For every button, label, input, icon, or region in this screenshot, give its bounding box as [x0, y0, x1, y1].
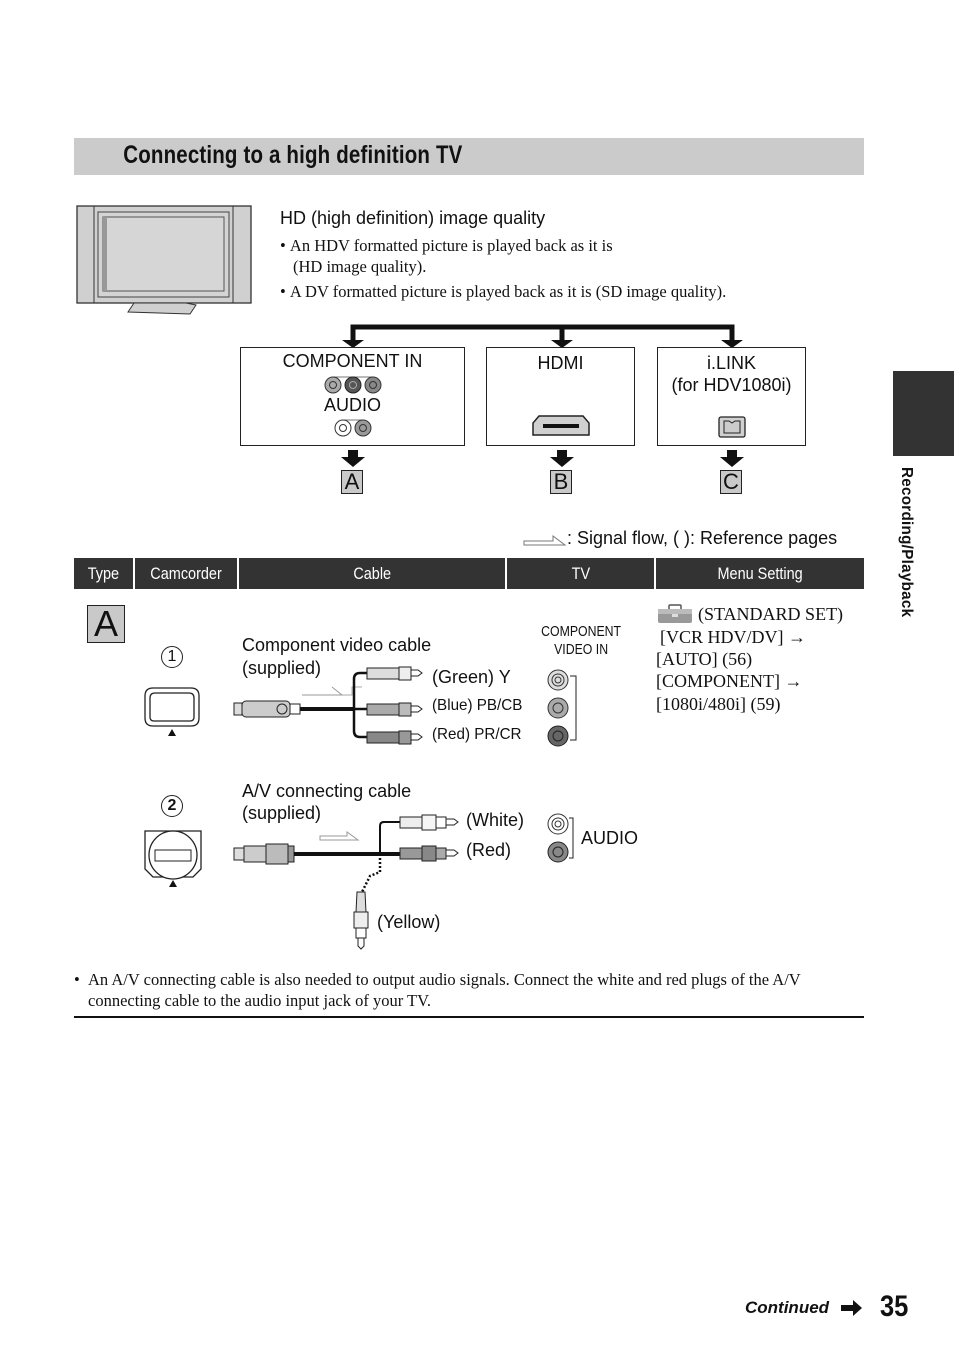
hdv-component-port-icon [144, 687, 200, 736]
port-box-ilink: i.LINK (for HDV1080i) [657, 347, 806, 446]
menu-setting-line: [1080i/480i] (59) [656, 694, 781, 714]
port-label-component: COMPONENT IN [282, 351, 423, 371]
component-video-in-jacks-icon [547, 669, 577, 747]
port-sublabel-audio: AUDIO [323, 395, 381, 415]
plug-label-white: (White) [466, 810, 524, 830]
hd-quality-heading: HD (high definition) image quality [280, 208, 546, 228]
audio-in-jacks-icon [547, 813, 574, 863]
arrow-down-icon [341, 457, 365, 467]
note-bullet: • An A/V connecting cable is also needed… [74, 970, 801, 1010]
plug-blue [366, 702, 423, 717]
type-letter-b: B [550, 470, 572, 494]
section-title: Connecting to a high definition TV [123, 141, 463, 169]
step-number-1: 1 [161, 646, 183, 668]
port-label-ilink: i.LINK [706, 353, 757, 373]
cable-name-component: Component video cable [242, 635, 432, 655]
plug-red [399, 845, 459, 862]
plug-label-red: (Red) [466, 840, 512, 860]
col-header-menu-setting: Menu Setting [656, 558, 864, 589]
side-tab-marker [893, 371, 954, 456]
col-header-camcorder: Camcorder [135, 558, 237, 589]
arrow-down-icon [550, 457, 574, 467]
cable-name-av: A/V connecting cable [242, 781, 412, 801]
plug-white [399, 814, 459, 831]
tv-icon [76, 205, 252, 315]
page-number: 35 [880, 1290, 909, 1323]
bullet-dot: • [74, 970, 80, 989]
component-video-cable-icon [233, 666, 423, 745]
col-header-tv: TV [507, 558, 654, 589]
menu-setting-line: [VCR HDV/DV] → [660, 627, 806, 647]
legend-text: : Signal flow, ( ): Reference pages [567, 528, 838, 548]
component-jacks-icon [324, 376, 381, 394]
hdmi-port-icon [532, 415, 590, 436]
plug-green [366, 666, 423, 681]
port-label-hdmi: HDMI [537, 353, 584, 373]
side-tab-label: Recording/Playback [898, 466, 915, 618]
continued-label: Continued [745, 1298, 830, 1317]
ilink-port-icon [718, 416, 746, 438]
col-header-cable: Cable [239, 558, 505, 589]
menu-setting-line: [COMPONENT] → [656, 671, 803, 691]
menu-setting-line: (STANDARD SET) [698, 604, 844, 624]
port-sublabel-ilink: (for HDV1080i) [671, 375, 792, 395]
plug-label-red: (Red) PR/CR [432, 726, 522, 743]
port-box-hdmi: HDMI [486, 347, 635, 446]
tv-input-label-audio: AUDIO [581, 828, 639, 848]
plug-label-yellow: (Yellow) [377, 912, 441, 932]
type-letter-c: C [720, 470, 742, 494]
row-type-letter: A [87, 605, 125, 643]
intro-bullet-2: • A DV formatted picture is played back … [280, 282, 727, 301]
arrow-right-icon [841, 1300, 862, 1316]
intro-bullet-1: • An HDV formatted picture is played bac… [280, 236, 613, 276]
section-divider [74, 1016, 864, 1018]
bullet-dot: • [280, 236, 290, 255]
menu-setting-line: [AUTO] (56) [656, 649, 753, 669]
tv-input-label-component: COMPONENT VIDEO IN [541, 623, 622, 658]
plug-label-green: (Green) Y [432, 667, 511, 687]
arrow-down-icon [720, 457, 744, 467]
audio-jacks-icon [334, 419, 371, 437]
col-header-type: Type [74, 558, 133, 589]
port-box-component: COMPONENT IN AUDIO [240, 347, 465, 446]
plug-red [366, 730, 423, 745]
av-remote-port-icon [144, 830, 202, 887]
plug-yellow [353, 891, 369, 950]
bullet-dot: • [280, 282, 290, 301]
type-letter-a: A [341, 470, 363, 494]
toolbox-icon [658, 604, 692, 623]
signal-flow-arrow-icon [523, 535, 567, 546]
plug-label-blue: (Blue) PB/CB [432, 697, 523, 714]
step-number-2: 2 [161, 795, 183, 817]
